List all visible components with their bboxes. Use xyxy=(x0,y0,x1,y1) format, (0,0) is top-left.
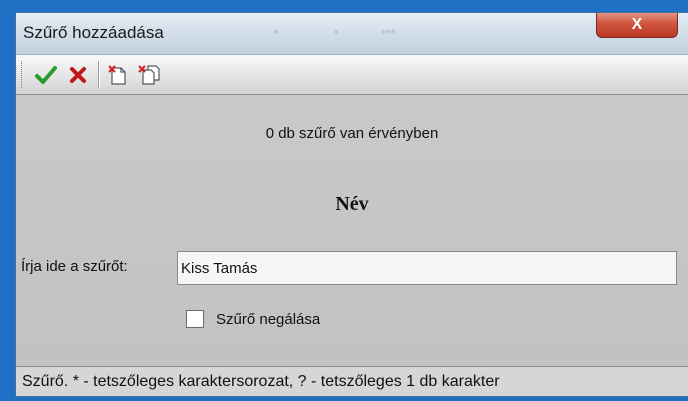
background-ghost-text: ▪ xyxy=(274,23,279,39)
background-ghost-text: ▪ xyxy=(334,23,339,39)
cross-icon xyxy=(70,67,86,83)
filter-count-text: 0 db szűrő van érvényben xyxy=(265,125,439,142)
background-ghost-text: ▪▪▪ xyxy=(381,23,396,39)
window-title: Szűrő hozzáadása xyxy=(23,23,164,42)
close-icon: X xyxy=(631,15,643,33)
field-title: Név xyxy=(335,193,369,215)
status-text: Szűrő. * - tetszőleges karaktersorozat, … xyxy=(22,373,500,390)
new-filter-button[interactable] xyxy=(104,61,132,89)
filter-input-label: Írja ide a szűrőt: xyxy=(21,258,128,275)
negate-checkbox-row[interactable]: Szűrő negálása xyxy=(186,310,320,328)
cancel-button[interactable] xyxy=(64,61,92,89)
toolbar-separator xyxy=(98,61,99,88)
negate-checkbox[interactable] xyxy=(186,310,204,328)
checkmark-icon xyxy=(35,66,57,84)
dialog-content: 0 db szűrő van érvényben Név Írja ide a … xyxy=(16,95,688,366)
filter-input[interactable] xyxy=(177,251,677,285)
close-button[interactable]: X xyxy=(596,13,678,38)
toolbar xyxy=(16,55,688,95)
dialog-window: Szűrő hozzáadása ▪ ▪ ▪▪▪ X 0 db szűrő va… xyxy=(15,12,688,397)
copy-document-icon xyxy=(138,65,160,85)
negate-checkbox-label[interactable]: Szűrő negálása xyxy=(216,311,320,328)
copy-filter-button[interactable] xyxy=(136,61,164,89)
new-document-icon xyxy=(108,65,126,85)
title-bar[interactable]: Szűrő hozzáadása ▪ ▪ ▪▪▪ X xyxy=(16,13,688,55)
ok-button[interactable] xyxy=(32,61,60,89)
status-bar: Szűrő. * - tetszőleges karaktersorozat, … xyxy=(16,366,688,396)
toolbar-grip[interactable] xyxy=(21,61,24,88)
